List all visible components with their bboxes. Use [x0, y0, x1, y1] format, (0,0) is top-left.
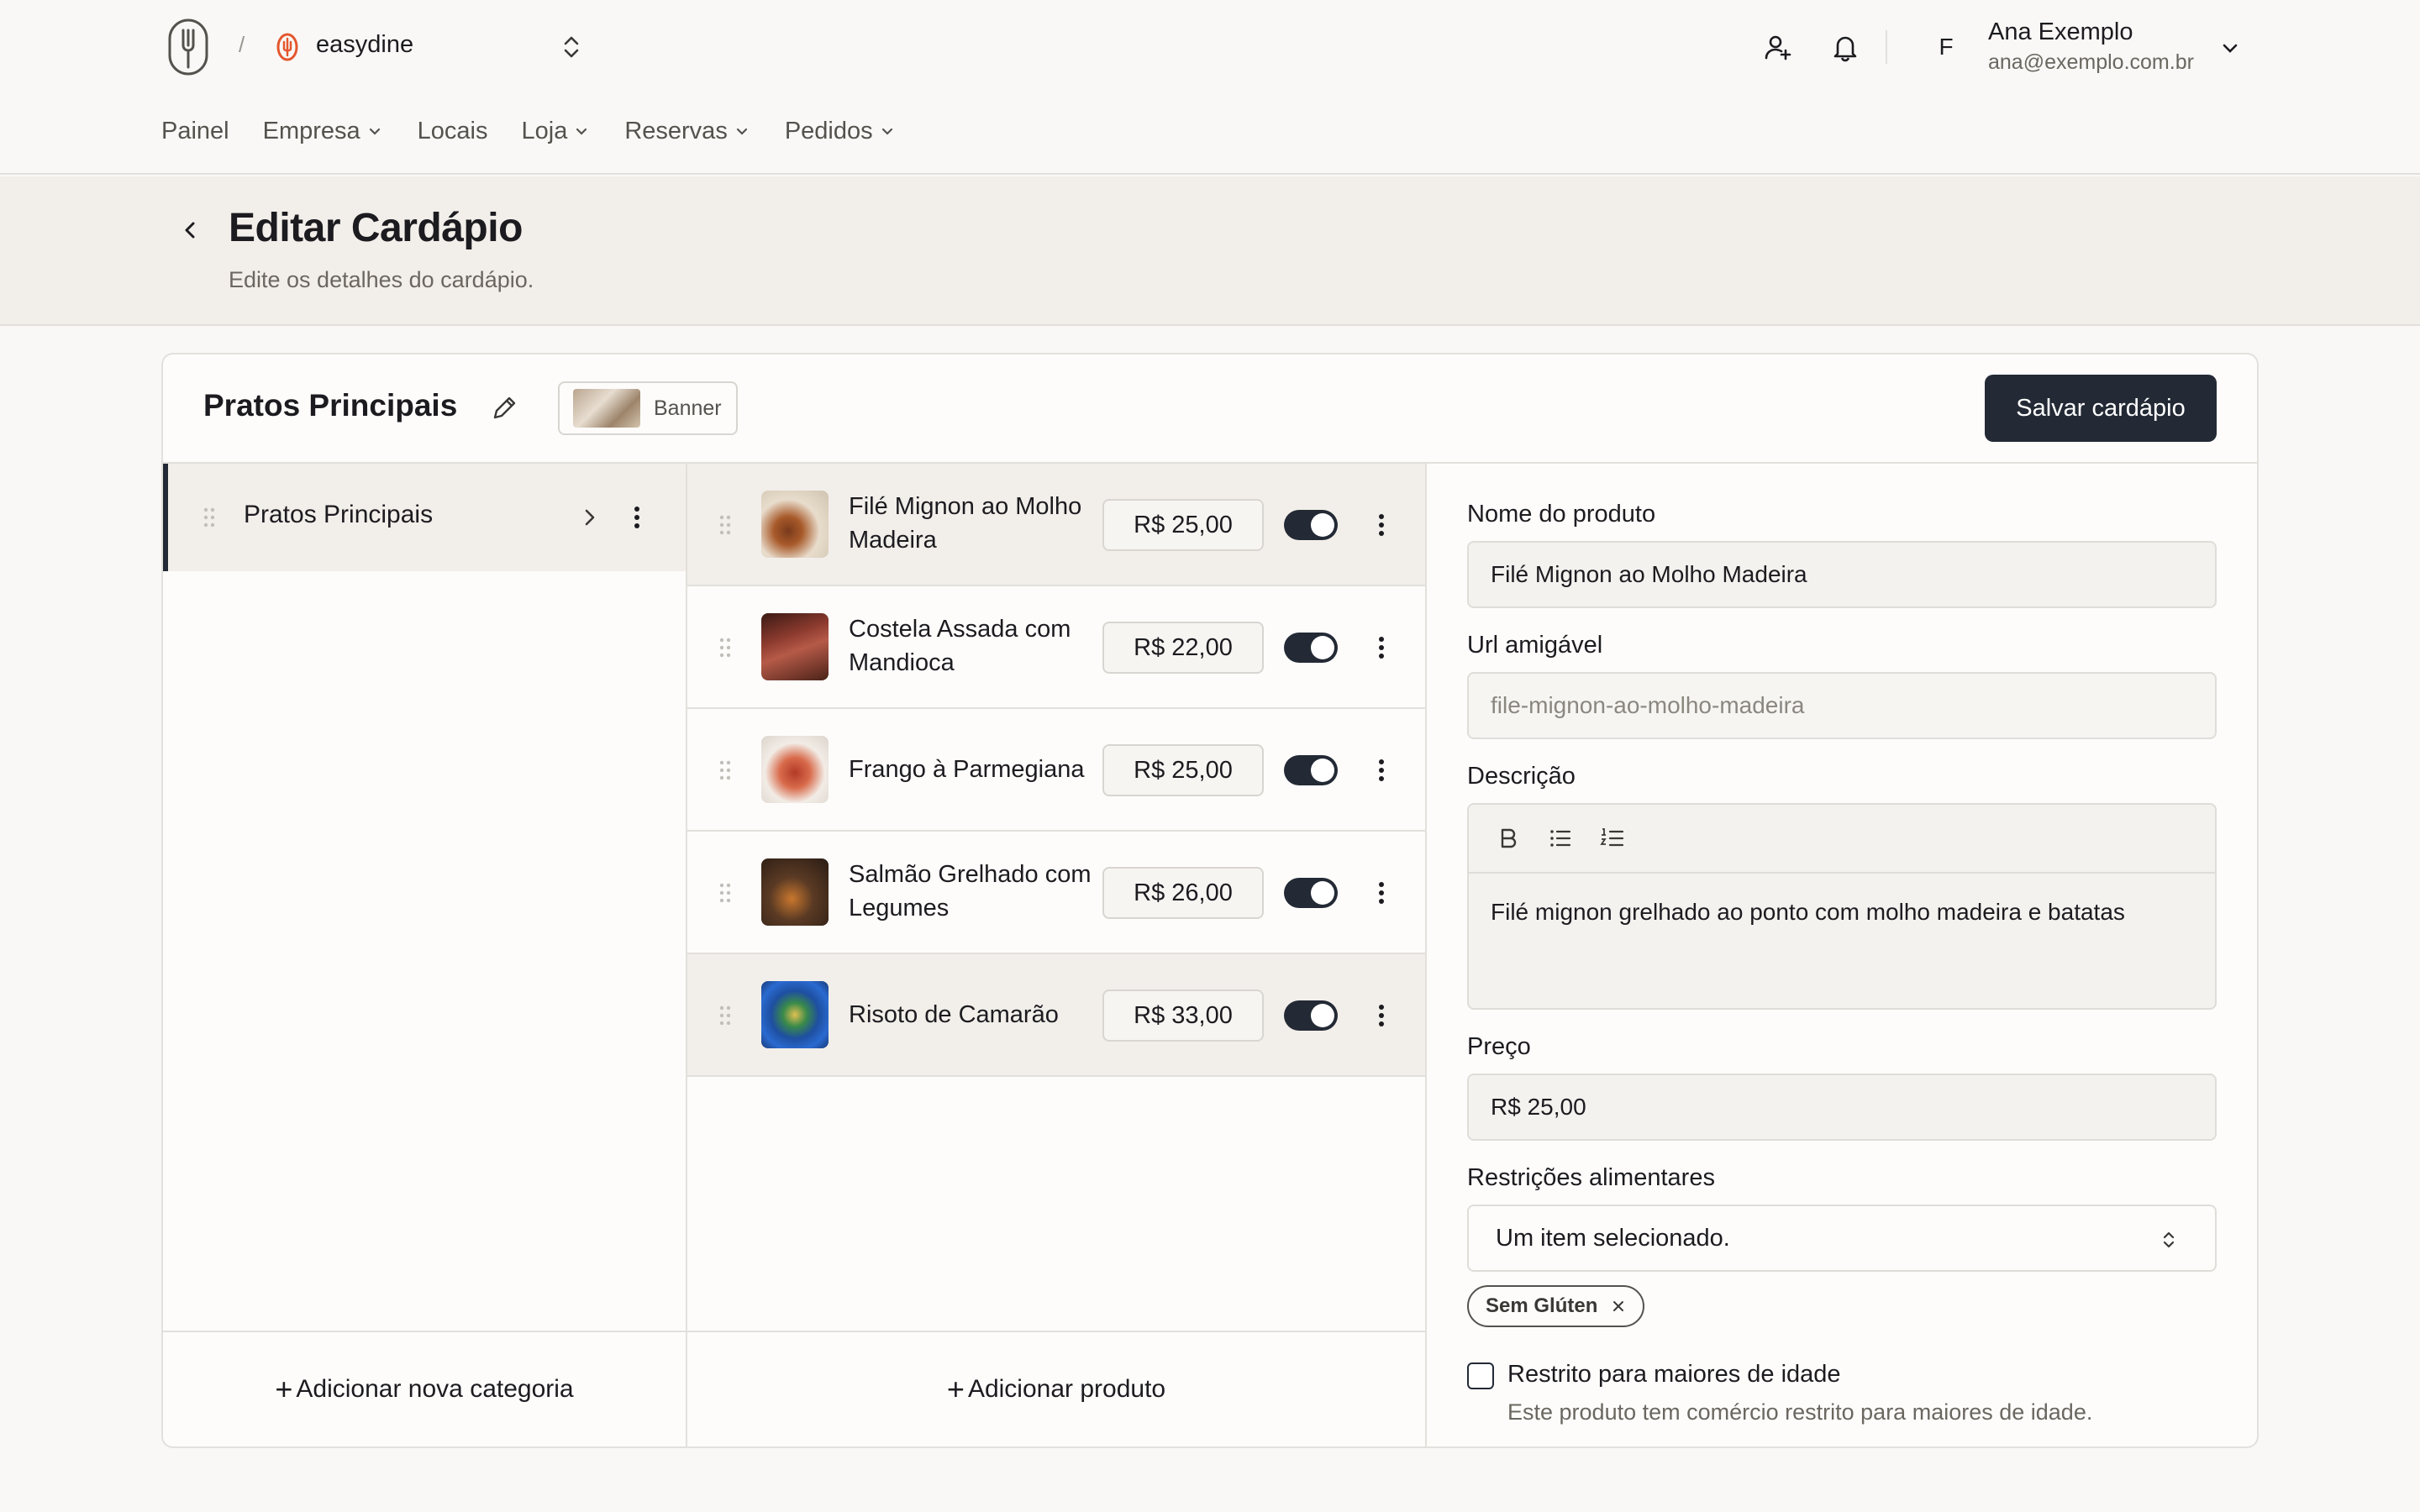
banner-button[interactable]: Banner	[558, 381, 738, 435]
product-enabled-toggle[interactable]	[1284, 633, 1338, 663]
description-label: Descrição	[1467, 763, 1576, 790]
drag-handle-icon[interactable]	[203, 507, 215, 528]
product-price[interactable]: R$ 22,00	[1102, 622, 1264, 674]
product-price[interactable]: R$ 25,00	[1102, 499, 1264, 551]
chevron-down-icon[interactable]	[2218, 37, 2242, 60]
banner-label: Banner	[654, 396, 722, 420]
product-name: Salmão Grelhado com Legumes	[849, 861, 1092, 921]
product-enabled-toggle[interactable]	[1284, 878, 1338, 908]
main-nav: Painel Empresa Locais Loja Reservas Pedi…	[161, 118, 930, 145]
category-label: Pratos Principais	[244, 501, 434, 528]
add-category-label: Adicionar nova categoria	[296, 1375, 574, 1403]
nav-pedidos[interactable]: Pedidos	[785, 118, 897, 145]
product-enabled-toggle[interactable]	[1284, 755, 1338, 785]
bullet-list-icon[interactable]	[1546, 824, 1575, 853]
page-title: Editar Cardápio	[229, 206, 523, 250]
drag-handle-icon[interactable]	[719, 883, 731, 903]
user-email: ana@exemplo.com.br	[1988, 50, 2194, 74]
product-name: Risoto de Camarão	[849, 1001, 1059, 1028]
numbered-list-icon[interactable]	[1598, 824, 1627, 853]
product-name: Costela Assada com Mandioca	[849, 616, 1071, 676]
avatar[interactable]: F	[1929, 30, 1963, 64]
add-product-button[interactable]: + Adicionar produto	[687, 1332, 1425, 1446]
chevron-right-icon[interactable]	[580, 506, 600, 529]
url-field[interactable]: file-mignon-ao-molho-madeira	[1467, 672, 2217, 739]
topbar-divider	[1886, 30, 1887, 64]
editor-toolbar	[1469, 805, 2215, 874]
chevron-down-icon	[881, 128, 892, 135]
kebab-menu-icon[interactable]	[1375, 757, 1388, 784]
plus-icon: +	[946, 1372, 965, 1406]
close-icon[interactable]	[1611, 1299, 1626, 1314]
add-category-button[interactable]: + Adicionar nova categoria	[163, 1332, 686, 1446]
breadcrumb-separator: /	[239, 32, 245, 57]
price-field[interactable]: R$ 25,00	[1467, 1074, 2217, 1141]
add-product-label: Adicionar produto	[967, 1375, 1166, 1403]
user-name[interactable]: Ana Exemplo	[1988, 18, 2133, 46]
kebab-menu-icon[interactable]	[1375, 512, 1388, 538]
nav-empresa[interactable]: Empresa	[263, 118, 384, 145]
fork-logo-icon[interactable]	[165, 18, 212, 76]
adult-restriction-help: Este produto tem comércio restrito para …	[1507, 1399, 2093, 1425]
drag-handle-icon[interactable]	[719, 1005, 731, 1026]
page-subtitle: Edite os detalhes do cardápio.	[229, 267, 534, 292]
restrictions-label: Restrições alimentares	[1467, 1164, 1715, 1191]
description-text[interactable]: Filé mignon grelhado ao ponto com molho …	[1469, 874, 2215, 951]
kebab-menu-icon[interactable]	[1375, 634, 1388, 661]
chevron-up-down-icon	[2160, 1228, 2178, 1252]
drag-handle-icon[interactable]	[719, 515, 731, 535]
divider	[1425, 464, 1427, 1446]
menu-title: Pratos Principais	[203, 388, 458, 423]
nav-loja[interactable]: Loja	[522, 118, 592, 145]
product-image	[761, 613, 829, 680]
plus-icon: +	[275, 1372, 293, 1406]
nav-painel[interactable]: Painel	[161, 118, 229, 145]
adult-restriction-label[interactable]: Restrito para maiores de idade	[1507, 1361, 1841, 1389]
kebab-menu-icon[interactable]	[1375, 879, 1388, 906]
description-editor: Filé mignon grelhado ao ponto com molho …	[1467, 803, 2217, 1010]
restriction-chip[interactable]: Sem Glúten	[1467, 1285, 1645, 1327]
product-image	[761, 491, 829, 558]
price-label: Preço	[1467, 1033, 1531, 1060]
url-label: Url amigável	[1467, 632, 1603, 659]
product-enabled-toggle[interactable]	[1284, 510, 1338, 540]
kebab-menu-icon[interactable]	[1375, 1002, 1388, 1029]
bold-icon[interactable]	[1494, 824, 1523, 853]
restrictions-select[interactable]: Um item selecionado.	[1467, 1205, 2217, 1272]
product-price[interactable]: R$ 33,00	[1102, 990, 1264, 1042]
brand-name[interactable]: easydine	[316, 31, 413, 59]
product-name: Frango à Parmegiana	[849, 756, 1085, 783]
chevron-left-icon[interactable]	[178, 217, 202, 244]
product-name-field[interactable]: Filé Mignon ao Molho Madeira	[1467, 541, 2217, 608]
product-price[interactable]: R$ 25,00	[1102, 744, 1264, 796]
restrictions-select-value: Um item selecionado.	[1496, 1224, 1730, 1252]
chevron-down-icon	[736, 128, 747, 135]
product-price[interactable]: R$ 26,00	[1102, 867, 1264, 919]
chevron-down-icon	[369, 128, 380, 135]
product-name: Filé Mignon ao Molho Madeira	[849, 493, 1082, 554]
product-image	[761, 981, 829, 1048]
drag-handle-icon[interactable]	[719, 760, 731, 780]
drag-handle-icon[interactable]	[719, 638, 731, 658]
product-enabled-toggle[interactable]	[1284, 1000, 1338, 1031]
product-image	[761, 736, 829, 803]
brand-flame-icon	[274, 32, 301, 62]
page-header	[0, 176, 2420, 326]
adult-restriction-checkbox[interactable]	[1467, 1362, 1494, 1389]
user-add-icon[interactable]	[1763, 32, 1793, 62]
nav-locais[interactable]: Locais	[418, 118, 488, 145]
chevron-up-down-icon[interactable]	[558, 32, 585, 62]
product-name-label: Nome do produto	[1467, 501, 1656, 528]
pencil-icon[interactable]	[489, 393, 519, 423]
save-menu-button[interactable]: Salvar cardápio	[1985, 375, 2217, 442]
restriction-chip-label: Sem Glúten	[1486, 1294, 1598, 1317]
chevron-down-icon	[576, 128, 587, 135]
banner-thumbnail	[573, 389, 640, 428]
bell-icon[interactable]	[1830, 32, 1860, 62]
product-image	[761, 858, 829, 926]
kebab-menu-icon[interactable]	[630, 504, 644, 531]
nav-reservas[interactable]: Reservas	[624, 118, 751, 145]
